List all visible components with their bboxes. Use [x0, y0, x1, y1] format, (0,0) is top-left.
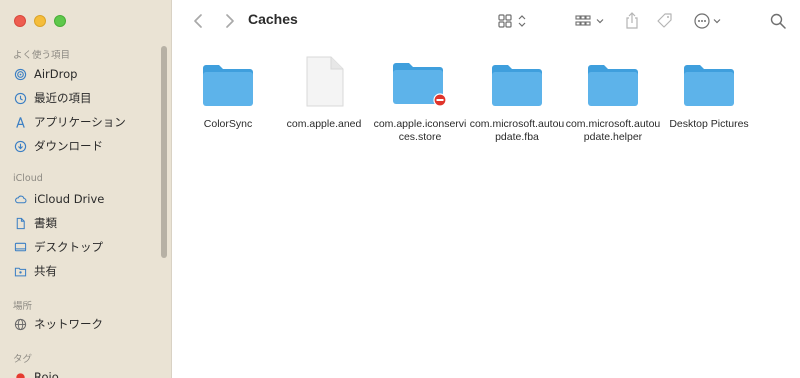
- section-title-favorites: よく使う項目: [13, 50, 71, 61]
- clock-icon: [14, 92, 27, 105]
- file-name: ColorSync: [203, 118, 253, 130]
- desktop-icon: [14, 241, 27, 254]
- document-file-icon: [303, 56, 345, 108]
- sidebar-item-label: 共有: [34, 264, 57, 278]
- share-button[interactable]: [622, 10, 642, 32]
- file-name: com.apple.aned: [286, 118, 362, 130]
- folder-icon: [490, 56, 544, 108]
- sidebar-item-label: ネットワーク: [34, 317, 103, 331]
- sidebar-item-label: ダウンロード: [34, 139, 103, 153]
- sidebar-item-applications[interactable]: アプリケーション: [14, 112, 126, 132]
- ellipsis-circle-icon: [692, 12, 728, 30]
- sidebar-item-label: アプリケーション: [34, 115, 126, 129]
- folder-icon: [391, 56, 449, 108]
- document-icon: [14, 217, 27, 230]
- airdrop-icon: [14, 68, 27, 81]
- sidebar-item-downloads[interactable]: ダウンロード: [14, 136, 103, 156]
- tag-color-dot-icon: [14, 371, 27, 378]
- window-controls: [14, 15, 66, 27]
- file-name: Desktop Pictures: [669, 118, 749, 130]
- cloud-icon: [14, 193, 27, 206]
- sidebar-scrollbar[interactable]: [161, 46, 167, 258]
- close-window-button[interactable]: [14, 15, 26, 27]
- sidebar-item-airdrop[interactable]: AirDrop: [14, 64, 77, 84]
- sidebar-item-documents[interactable]: 書類: [14, 213, 57, 233]
- section-title-icloud: iCloud: [13, 173, 43, 184]
- download-icon: [14, 140, 27, 153]
- folder-icon: [682, 56, 736, 108]
- file-item-com-microsoft-autoupdate-helper[interactable]: com.microsoft.autoupdate.helper: [565, 56, 661, 144]
- forward-button[interactable]: [220, 10, 240, 32]
- file-name: com.microsoft.autoupdate.fba: [469, 118, 565, 143]
- search-icon: [770, 13, 786, 29]
- section-title-tags: タグ: [13, 354, 33, 365]
- sidebar-item-shared[interactable]: 共有: [14, 261, 57, 281]
- tag-icon: [656, 12, 674, 30]
- sidebar-item-network[interactable]: ネットワーク: [14, 314, 103, 334]
- tag-button[interactable]: [654, 10, 676, 32]
- window-title: Caches: [248, 11, 298, 27]
- chevron-left-icon: [193, 13, 203, 29]
- file-item-com-apple-iconservices-store[interactable]: com.apple.iconservices.store: [372, 56, 468, 144]
- applications-icon: [14, 116, 27, 129]
- minimize-window-button[interactable]: [34, 15, 46, 27]
- sidebar-item-label: 書類: [34, 216, 57, 230]
- sidebar-item-desktop[interactable]: デスクトップ: [14, 237, 103, 257]
- file-name: com.apple.iconservices.store: [373, 118, 467, 143]
- sidebar-item-label: Rojo: [34, 370, 59, 378]
- sidebar-item-icloud-drive[interactable]: iCloud Drive: [14, 189, 104, 209]
- folder-icon: [201, 56, 255, 108]
- file-item-colorsync[interactable]: ColorSync: [180, 56, 276, 131]
- sidebar-item-label: 最近の項目: [34, 91, 92, 105]
- icon-grid-view-icon: [497, 13, 533, 29]
- sidebar: よく使う項目 AirDrop 最近の項目 アプリケーション ダウンロード iCl…: [0, 0, 172, 378]
- back-button[interactable]: [188, 10, 208, 32]
- file-name: com.microsoft.autoupdate.helper: [565, 118, 661, 143]
- folder-icon: [586, 56, 640, 108]
- sidebar-item-label: デスクトップ: [34, 240, 103, 254]
- file-item-desktop-pictures[interactable]: Desktop Pictures: [661, 56, 757, 131]
- section-title-locations: 場所: [13, 301, 33, 312]
- chevron-right-icon: [225, 13, 235, 29]
- more-actions-button[interactable]: [692, 10, 728, 32]
- view-options-button[interactable]: [497, 10, 533, 32]
- shared-folder-icon: [14, 265, 27, 278]
- network-icon: [14, 318, 27, 331]
- group-by-button[interactable]: [574, 10, 610, 32]
- sidebar-item-recents[interactable]: 最近の項目: [14, 88, 92, 108]
- file-item-com-microsoft-autoupdate-fba[interactable]: com.microsoft.autoupdate.fba: [469, 56, 565, 144]
- search-button[interactable]: [768, 10, 788, 32]
- sidebar-item-label: iCloud Drive: [34, 192, 105, 206]
- main-content: Caches ColorSync com.apple.aned com.appl…: [172, 0, 800, 378]
- finder-window: よく使う項目 AirDrop 最近の項目 アプリケーション ダウンロード iCl…: [0, 0, 800, 378]
- file-item-com-apple-aned[interactable]: com.apple.aned: [276, 56, 372, 131]
- zoom-window-button[interactable]: [54, 15, 66, 27]
- share-icon: [624, 12, 640, 30]
- sidebar-item-label: AirDrop: [34, 67, 78, 81]
- group-by-icon: [574, 13, 610, 29]
- sidebar-item-tag-rojo[interactable]: Rojo: [14, 367, 59, 378]
- toolbar: Caches: [172, 0, 800, 42]
